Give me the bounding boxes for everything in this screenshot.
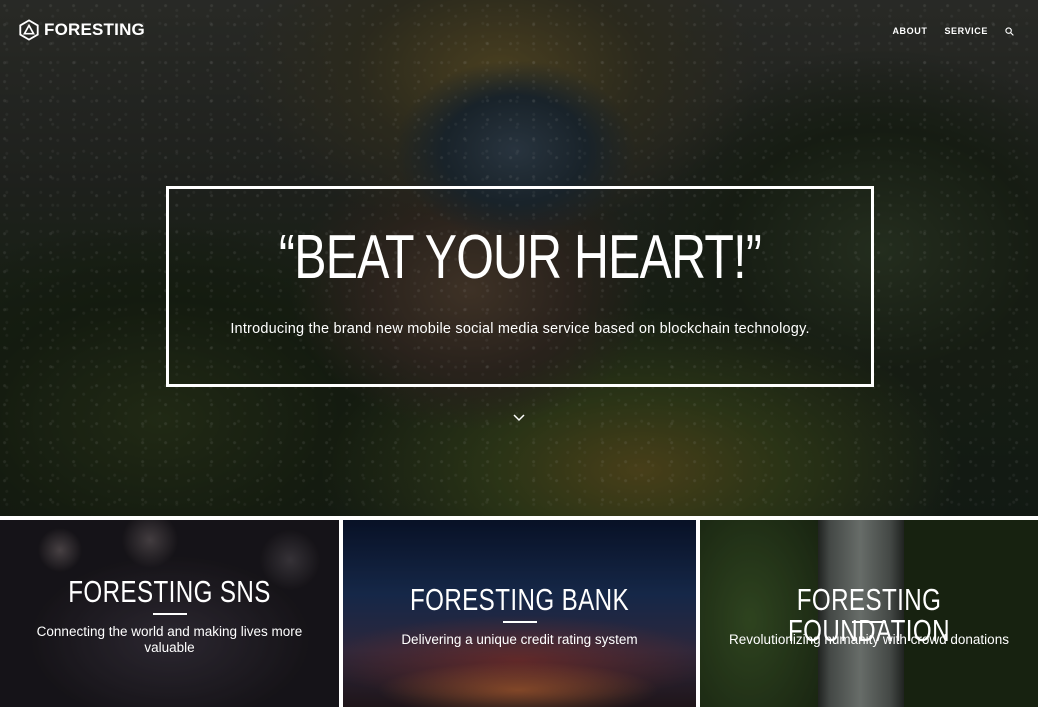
- top-navigation: FORESTING ABOUT SERVICE: [0, 0, 1038, 62]
- card-foresting-foundation[interactable]: FORESTING FOUNDATION Revolutionizing hum…: [700, 520, 1038, 707]
- card-divider: [852, 621, 886, 623]
- service-cards: FORESTING SNS Connecting the world and m…: [0, 516, 1038, 707]
- card-description: Revolutionizing humanity with crowd dona…: [729, 632, 1009, 647]
- nav-item-service[interactable]: SERVICE: [944, 26, 988, 36]
- card-description: Delivering a unique credit rating system: [401, 632, 638, 647]
- card-title: FORESTING BANK: [409, 582, 630, 617]
- card-description: Connecting the world and making lives mo…: [36, 624, 303, 656]
- chevron-down-icon[interactable]: [512, 413, 526, 423]
- card-foresting-bank[interactable]: FORESTING BANK Delivering a unique credi…: [343, 520, 696, 707]
- brand-logo[interactable]: FORESTING: [18, 19, 145, 41]
- foresting-logo-icon: [19, 19, 39, 41]
- card-divider: [152, 613, 187, 615]
- main-nav: ABOUT SERVICE: [892, 26, 1014, 36]
- search-icon[interactable]: [1005, 26, 1014, 36]
- hero-subtitle: Introducing the brand new mobile social …: [230, 321, 810, 337]
- card-foresting-sns[interactable]: FORESTING SNS Connecting the world and m…: [0, 520, 339, 707]
- brand-name: FORESTING: [44, 20, 145, 39]
- card-title: FORESTING SNS: [68, 574, 271, 609]
- nav-item-about[interactable]: ABOUT: [892, 26, 927, 36]
- hero-frame: “BEAT YOUR HEART!” Introducing the brand…: [166, 186, 874, 387]
- hero-title: “BEAT YOUR HEART!”: [278, 223, 762, 292]
- card-divider: [502, 621, 537, 623]
